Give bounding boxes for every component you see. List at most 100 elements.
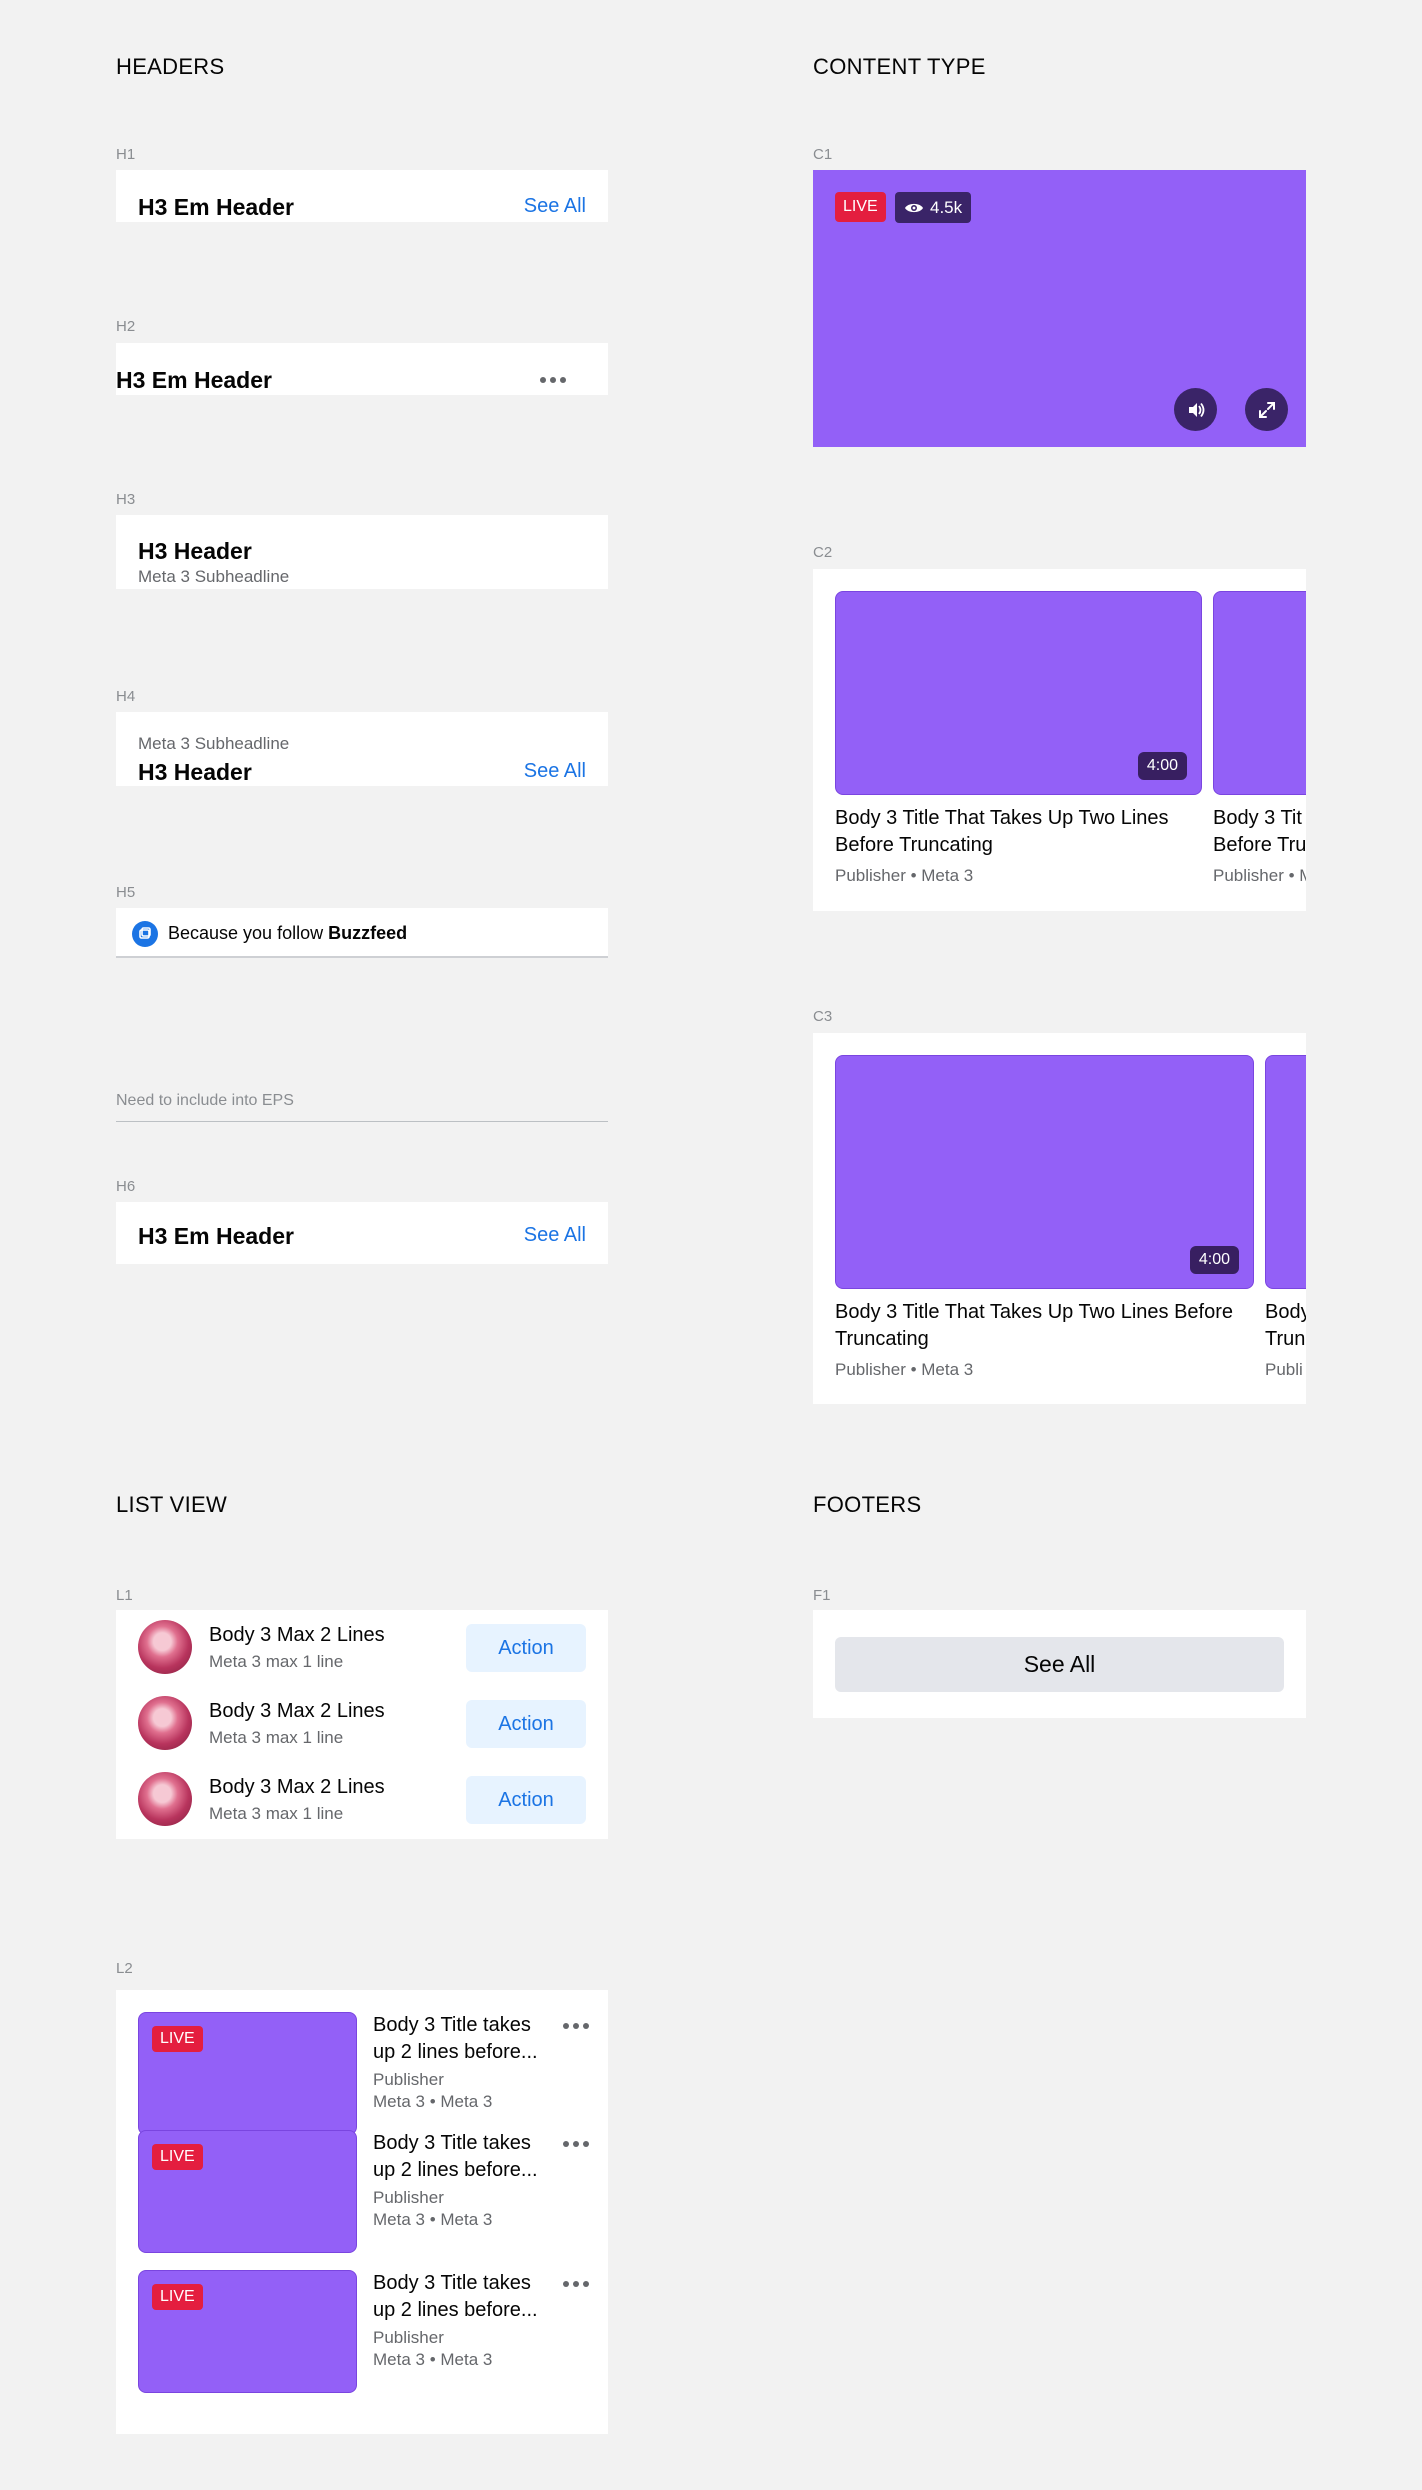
h5-header-card: Because you follow Buzzfeed [116,908,608,958]
h5-follow-page[interactable]: Buzzfeed [328,923,407,943]
list-item-meta: Meta 3 max 1 line [209,1804,344,1823]
footers-section-title: FOOTERS [813,1492,922,1517]
c3-tag: C3 [813,1008,833,1025]
list-item[interactable]: LIVE Body 3 Title takes up 2 lines befor… [116,1990,608,2135]
c3-item-2-thumbnail[interactable] [1265,1055,1306,1289]
h4-header-card: Meta 3 Subheadline H3 Header See All [116,712,608,786]
h6-header-card: H3 Em Header See All [116,1202,608,1264]
h5-follow-prefix: Because you follow [168,923,329,943]
f1-footer-card: See All [813,1610,1306,1718]
c3-item-2-title-line2[interactable]: Trun [1265,1326,1305,1353]
list-item[interactable]: Body 3 Max 2 Lines Meta 3 max 1 line Act… [116,1610,608,1686]
expand-icon[interactable] [1245,388,1288,431]
list-item-title-line2[interactable]: up 2 lines before... [373,2039,538,2066]
list-item-title: Body 3 Max 2 Lines [209,1776,385,1798]
viewer-count-badge: 4.5k [895,192,972,223]
list-item[interactable]: Body 3 Max 2 Lines Meta 3 max 1 line Act… [116,1762,608,1838]
c2-item-1-title-line1[interactable]: Body 3 Title That Takes Up Two Lines [835,805,1169,832]
c3-item-1-meta: Publisher • Meta 3 [835,1360,974,1379]
list-item-title-line2[interactable]: up 2 lines before... [373,2157,538,2184]
more-horizontal-icon[interactable] [563,2023,589,2029]
live-badge: LIVE [152,2284,203,2310]
c1-live-video[interactable]: LIVE 4.5k [813,170,1306,447]
list-item-publisher: Publisher [373,2188,444,2207]
c2-carousel: 4:00 Body 3 Title That Takes Up Two Line… [813,569,1306,911]
c2-item-2-title-line1[interactable]: Body 3 Tit [1213,805,1302,832]
list-view-section-title: LIST VIEW [116,1492,228,1517]
l1-list: Body 3 Max 2 Lines Meta 3 max 1 line Act… [116,1610,608,1839]
list-item[interactable]: Body 3 Max 2 Lines Meta 3 max 1 line Act… [116,1686,608,1762]
list-item-meta: Meta 3 max 1 line [209,1652,344,1671]
h5-follow-text: Because you follow Buzzfeed [168,923,407,944]
duration-badge: 4:00 [1137,752,1187,780]
video-thumbnail[interactable]: LIVE [138,2130,357,2253]
c1-tag: C1 [813,146,833,163]
action-button[interactable]: Action [466,1700,586,1748]
see-all-button[interactable]: See All [835,1637,1284,1692]
avatar[interactable] [138,1620,192,1674]
h6-title: H3 Em Header [138,1223,294,1249]
c3-item-2-meta: Publi [1265,1360,1303,1379]
list-item-title-line1[interactable]: Body 3 Title takes [373,2270,531,2297]
more-horizontal-icon[interactable] [540,377,566,383]
video-thumbnail[interactable]: LIVE [138,2012,357,2135]
video-thumbnail[interactable]: LIVE [138,2270,357,2393]
content-type-section-title: CONTENT TYPE [813,54,986,79]
list-item-title-line1[interactable]: Body 3 Title takes [373,2130,531,2157]
list-item-meta: Meta 3 • Meta 3 [373,2210,493,2229]
list-item-publisher: Publisher [373,2070,444,2089]
l1-tag: L1 [116,1587,133,1604]
l2-tag: L2 [116,1960,133,1977]
h6-see-all-link[interactable]: See All [524,1224,586,1247]
viewer-count: 4.5k [930,197,963,217]
l2-list: LIVE Body 3 Title takes up 2 lines befor… [116,1990,608,2434]
h3-subtitle: Meta 3 Subheadline [138,567,290,586]
speaker-icon[interactable] [1174,388,1217,431]
more-horizontal-icon[interactable] [563,2141,589,2147]
action-button[interactable]: Action [466,1624,586,1672]
h5-tag: H5 [116,884,136,901]
list-item[interactable]: LIVE Body 3 Title takes up 2 lines befor… [116,2270,608,2409]
list-item-meta: Meta 3 • Meta 3 [373,2350,493,2369]
list-item-meta: Meta 3 max 1 line [209,1728,344,1747]
list-item[interactable]: LIVE Body 3 Title takes up 2 lines befor… [116,2130,608,2269]
page-icon [132,921,158,947]
live-badge: LIVE [835,192,886,222]
c2-item-2-thumbnail[interactable] [1213,591,1306,795]
c3-carousel: 4:00 Body 3 Title That Takes Up Two Line… [813,1033,1306,1404]
headers-section-title: HEADERS [116,54,225,79]
c3-item-1-title-line2[interactable]: Truncating [835,1326,929,1353]
h4-title: H3 Header [138,759,252,785]
list-item-title-line1[interactable]: Body 3 Title takes [373,2012,531,2039]
c2-item-1-thumbnail[interactable]: 4:00 [835,591,1202,795]
f1-tag: F1 [813,1587,831,1604]
eye-icon [905,203,923,212]
h3-tag: H3 [116,491,136,508]
h2-header-card: H3 Em Header [116,343,608,395]
more-horizontal-icon[interactable] [563,2281,589,2287]
c3-item-2-title-line1[interactable]: Body [1265,1299,1306,1326]
h1-see-all-link[interactable]: See All [524,195,586,218]
h1-tag: H1 [116,146,136,163]
list-item-meta: Meta 3 • Meta 3 [373,2092,493,2111]
h3-header-card: H3 Header Meta 3 Subheadline [116,515,608,589]
c2-item-2-title-line2[interactable]: Before Tru [1213,832,1306,859]
avatar[interactable] [138,1772,192,1826]
h6-tag: H6 [116,1178,136,1195]
c2-item-1-title-line2[interactable]: Before Truncating [835,832,993,859]
list-item-title: Body 3 Max 2 Lines [209,1624,385,1646]
h3-title: H3 Header [138,538,252,564]
c3-item-1-thumbnail[interactable]: 4:00 [835,1055,1254,1289]
h1-header-card: H3 Em Header See All [116,170,608,222]
list-item-title-line2[interactable]: up 2 lines before... [373,2297,538,2324]
h4-see-all-link[interactable]: See All [524,760,586,783]
c2-item-1-meta: Publisher • Meta 3 [835,866,974,885]
c3-item-1-title-line1[interactable]: Body 3 Title That Takes Up Two Lines Bef… [835,1299,1233,1326]
c2-item-2-meta: Publisher • M [1213,866,1306,885]
h4-subtitle: Meta 3 Subheadline [138,734,290,753]
list-item-publisher: Publisher [373,2328,444,2347]
avatar[interactable] [138,1696,192,1750]
h1-title: H3 Em Header [138,194,294,220]
action-button[interactable]: Action [466,1776,586,1824]
live-badge: LIVE [152,2026,203,2052]
